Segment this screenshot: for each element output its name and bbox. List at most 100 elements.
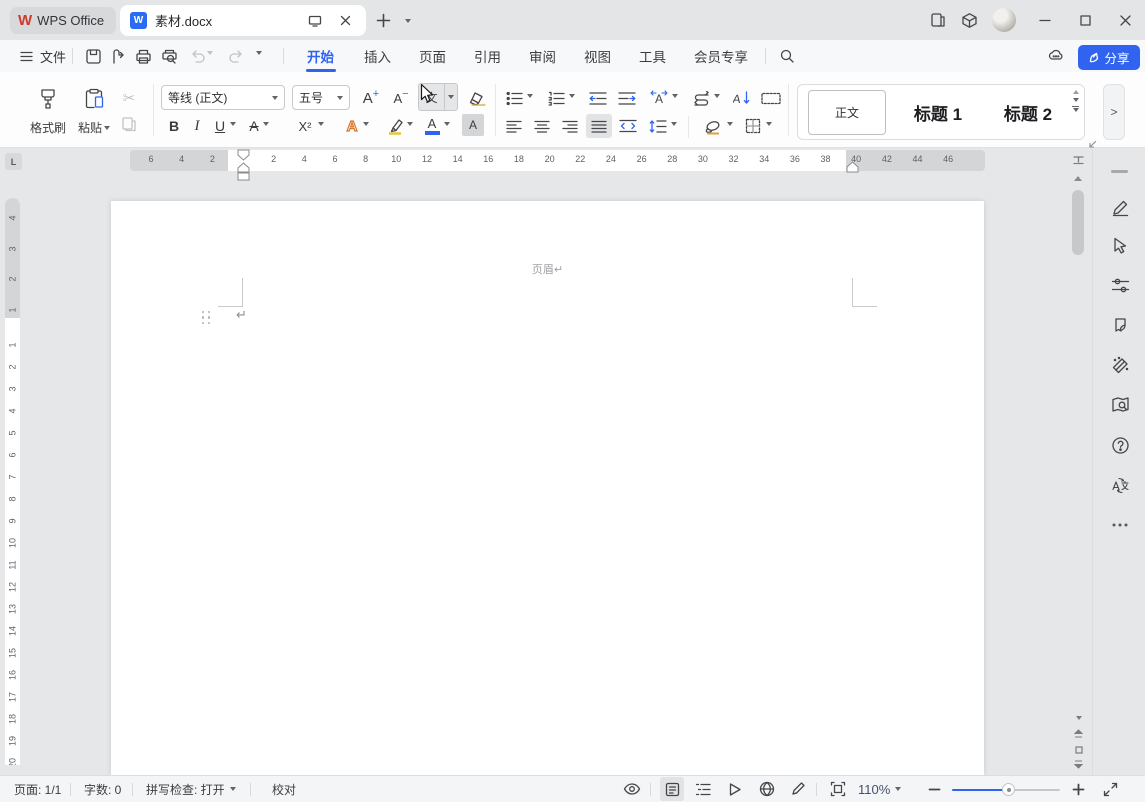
app-menu-button[interactable]: W WPS Office xyxy=(10,7,116,34)
document-page[interactable]: 页眉↵ ↵ xyxy=(111,201,984,775)
format-painter-button[interactable]: 格式刷 xyxy=(26,84,70,138)
search-icon[interactable] xyxy=(778,47,796,65)
undo-button[interactable] xyxy=(188,46,208,66)
clear-format-button[interactable] xyxy=(464,86,490,110)
word-count[interactable]: 字数: 0 xyxy=(84,776,121,802)
window-close-button[interactable] xyxy=(1114,9,1136,31)
font-size-select[interactable]: 五号 xyxy=(292,85,350,110)
numbered-list-button[interactable] xyxy=(544,86,568,110)
gallery-more-icon[interactable] xyxy=(1072,106,1079,112)
page-indicator[interactable]: 页面: 1/1 xyxy=(14,776,61,802)
first-line-indent-marker[interactable] xyxy=(237,149,250,161)
mobile-link-icon[interactable] xyxy=(927,9,949,31)
grow-font-button[interactable]: A+ xyxy=(358,86,384,110)
strikethrough-button[interactable]: A xyxy=(243,114,265,138)
highlight-chevron-icon[interactable] xyxy=(407,122,413,126)
font-name-select[interactable]: 等线 (正文) xyxy=(161,85,285,110)
paste-button[interactable]: 粘贴 xyxy=(72,84,116,138)
char-scaling-chevron-icon[interactable] xyxy=(672,94,678,98)
line-spacing-chevron-icon[interactable] xyxy=(671,122,677,126)
settings-sliders-icon[interactable] xyxy=(1107,272,1133,298)
document-tab[interactable]: W 素材.docx xyxy=(120,5,366,36)
cjk-layout-button[interactable] xyxy=(688,86,714,110)
vertical-scrollbar-thumb[interactable] xyxy=(1072,190,1084,255)
line-spacing-button[interactable] xyxy=(645,114,671,138)
char-shading-button[interactable]: A xyxy=(462,114,484,136)
redo-button[interactable] xyxy=(226,46,246,66)
show-marks-button[interactable] xyxy=(757,86,785,110)
align-center-button[interactable] xyxy=(530,114,554,138)
zoom-slider-thumb[interactable] xyxy=(1002,783,1015,796)
select-cursor-icon[interactable] xyxy=(1107,232,1133,258)
tab-device-sync-icon[interactable] xyxy=(304,10,326,32)
scroll-down-icon[interactable] xyxy=(1073,712,1084,723)
zoom-in-button[interactable] xyxy=(1066,777,1090,801)
print-preview-button[interactable] xyxy=(159,46,179,66)
zoom-percent[interactable]: 110% xyxy=(858,776,901,802)
highlight-button[interactable] xyxy=(382,114,408,138)
save-button[interactable] xyxy=(83,46,103,66)
export-pdf-button[interactable] xyxy=(108,46,128,66)
undo-chevron-icon[interactable] xyxy=(207,51,213,55)
text-effects-button[interactable]: A xyxy=(340,114,364,138)
italic-button[interactable]: I xyxy=(187,114,207,138)
new-tab-button[interactable] xyxy=(372,9,394,31)
tab-view[interactable]: 视图 xyxy=(580,40,615,72)
apps-cube-icon[interactable] xyxy=(958,9,980,31)
doc-finder-icon[interactable] xyxy=(1107,392,1133,418)
edit-pen-icon[interactable] xyxy=(1107,194,1133,220)
fit-page-icon[interactable] xyxy=(826,777,850,801)
hanging-indent-marker[interactable] xyxy=(237,162,250,181)
text-effects-chevron-icon[interactable] xyxy=(363,122,369,126)
outline-view-icon[interactable] xyxy=(691,777,715,801)
superscript-button[interactable]: X² xyxy=(292,114,318,138)
phonetic-chevron-icon[interactable] xyxy=(444,84,457,110)
window-maximize-button[interactable] xyxy=(1074,9,1096,31)
prev-page-icon[interactable] xyxy=(1073,728,1084,739)
tab-stop-selector[interactable]: L xyxy=(5,153,22,170)
style-normal[interactable]: 正文 xyxy=(804,91,890,134)
scroll-up-icon[interactable] xyxy=(1074,176,1082,181)
pen-annotate-icon[interactable] xyxy=(786,777,810,801)
print-button[interactable] xyxy=(133,46,153,66)
decrease-indent-button[interactable] xyxy=(585,86,611,110)
user-avatar[interactable] xyxy=(992,8,1016,32)
tab-references[interactable]: 引用 xyxy=(470,40,505,72)
font-color-button[interactable]: A xyxy=(420,114,444,138)
bold-button[interactable]: B xyxy=(163,114,185,138)
char-scaling-button[interactable]: A xyxy=(646,86,672,110)
distribute-button[interactable] xyxy=(615,114,641,138)
gallery-down-icon[interactable] xyxy=(1073,98,1079,102)
vertical-ruler[interactable]: 43211234567891011121314151617181920 xyxy=(5,198,20,765)
borders-button[interactable] xyxy=(740,114,766,138)
ribbon-expand-button[interactable]: > xyxy=(1103,84,1125,140)
style-heading1[interactable]: 标题 1 xyxy=(896,91,980,134)
justify-button[interactable] xyxy=(586,114,612,138)
superscript-chevron-icon[interactable] xyxy=(318,122,324,126)
help-icon[interactable] xyxy=(1107,432,1133,458)
more-tools-icon[interactable] xyxy=(1107,512,1133,538)
toolbar-options-chevron-icon[interactable] xyxy=(256,51,262,55)
shading-button[interactable] xyxy=(700,114,726,138)
tab-home[interactable]: 开始 xyxy=(303,40,338,72)
browse-object-icon[interactable] xyxy=(1073,744,1084,755)
window-minimize-button[interactable] xyxy=(1034,9,1056,31)
increase-indent-button[interactable] xyxy=(614,86,640,110)
borders-chevron-icon[interactable] xyxy=(766,122,772,126)
translate-icon[interactable] xyxy=(1107,472,1133,498)
align-left-button[interactable] xyxy=(502,114,526,138)
tab-page[interactable]: 页面 xyxy=(415,40,450,72)
strikethrough-chevron-icon[interactable] xyxy=(263,122,269,126)
smart-tools-wand-icon[interactable] xyxy=(1107,352,1133,378)
phonetic-guide-button[interactable]: 文 xyxy=(418,83,458,111)
tab-member[interactable]: 会员专享 xyxy=(690,40,752,72)
shrink-font-button[interactable]: A− xyxy=(388,86,414,110)
web-view-icon[interactable] xyxy=(755,777,779,801)
numbered-list-chevron-icon[interactable] xyxy=(569,94,575,98)
share-button[interactable]: 分享 xyxy=(1078,45,1140,70)
sort-button[interactable]: A xyxy=(729,86,755,110)
eye-protect-icon[interactable] xyxy=(620,777,644,801)
tab-close-icon[interactable] xyxy=(334,10,356,32)
underline-button[interactable]: U xyxy=(209,114,231,138)
right-indent-marker[interactable] xyxy=(846,161,859,173)
